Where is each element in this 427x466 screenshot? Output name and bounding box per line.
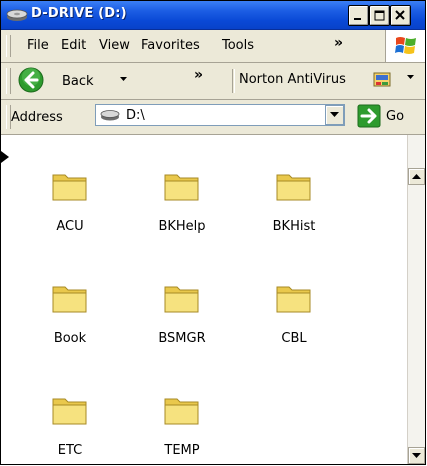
norton-antivirus-button[interactable]: Norton AntiVirus [239, 72, 346, 87]
menu-bar: File Edit View Favorites Tools » [1, 30, 425, 63]
folder-label: Book [53, 331, 87, 346]
folder-label: ETC [57, 443, 83, 458]
arrow-up-icon [412, 174, 421, 179]
address-bar: Address D:\ Go [1, 100, 425, 135]
vertical-scrollbar[interactable] [407, 135, 425, 464]
window-title: D-DRIVE (D:) [31, 6, 127, 21]
back-label: Back [62, 74, 94, 89]
go-button[interactable]: Go [357, 104, 417, 128]
folder-icon [52, 398, 87, 425]
back-dropdown-icon[interactable] [120, 77, 127, 81]
menu-view[interactable]: View [99, 38, 130, 53]
toolbar-grip[interactable] [6, 68, 11, 94]
folder-item[interactable]: ETC [25, 359, 115, 458]
chevron-down-icon [330, 112, 339, 117]
hard-drive-icon [6, 9, 28, 21]
folder-item[interactable]: BKHelp [137, 135, 227, 234]
folder-label: BKHist [272, 219, 316, 234]
menu-bar-grip[interactable] [6, 35, 11, 57]
address-input[interactable]: D:\ [95, 104, 345, 126]
close-button[interactable] [390, 5, 411, 26]
menu-edit[interactable]: Edit [61, 38, 86, 53]
folder-label: BKHelp [158, 219, 206, 234]
folder-icon [164, 174, 199, 201]
back-arrow-icon [18, 67, 44, 93]
folder-item[interactable]: ACU [25, 135, 115, 234]
folder-icon [276, 286, 311, 313]
folder-item[interactable]: BSMGR [137, 247, 227, 346]
address-label: Address [11, 110, 63, 125]
folder-icon [164, 398, 199, 425]
arrow-down-icon [412, 453, 421, 458]
menu-tools[interactable]: Tools [222, 38, 254, 53]
folder-label: BSMGR [158, 331, 206, 346]
standard-toolbar: Back » Norton AntiVirus [1, 63, 425, 100]
close-icon [395, 10, 405, 20]
folder-label: TEMP [164, 443, 200, 458]
norton-dropdown-icon[interactable] [407, 75, 414, 79]
hard-drive-icon [100, 110, 120, 121]
menu-favorites[interactable]: Favorites [141, 38, 200, 53]
address-value[interactable]: D:\ [126, 108, 145, 123]
folder-item[interactable]: BKHist [249, 135, 339, 234]
scroll-track[interactable] [408, 185, 425, 447]
minimize-icon [354, 18, 361, 20]
scroll-up-button[interactable] [408, 168, 425, 185]
toolbar-separator [232, 69, 235, 93]
maximize-button[interactable] [369, 5, 390, 26]
menu-file[interactable]: File [27, 38, 49, 53]
go-arrow-icon [357, 104, 381, 128]
address-dropdown-button[interactable] [325, 105, 344, 125]
scroll-down-button[interactable] [408, 447, 425, 464]
folder-icon [52, 286, 87, 313]
maximize-icon [374, 10, 385, 21]
go-label: Go [386, 109, 405, 124]
folder-icon [164, 286, 199, 313]
menu-overflow-chevron[interactable]: » [334, 35, 343, 51]
folder-view: ACU BKHelp BKHist Book BSMGR CBL ETC TEM… [1, 135, 425, 464]
folder-icon [52, 174, 87, 201]
back-button[interactable]: Back [16, 65, 128, 95]
norton-antivirus-icon[interactable] [373, 72, 393, 90]
minimize-button[interactable] [348, 5, 369, 26]
explorer-window: D-DRIVE (D:) File Edit View Favorites To… [0, 0, 426, 465]
folder-item[interactable]: TEMP [137, 359, 227, 458]
folder-icon [276, 174, 311, 201]
folder-label: ACU [56, 219, 84, 234]
toolbar-overflow-chevron[interactable]: » [194, 67, 203, 83]
title-bar[interactable]: D-DRIVE (D:) [1, 1, 425, 30]
folder-label: CBL [281, 331, 307, 346]
windows-logo-icon [395, 37, 416, 54]
folder-item[interactable]: Book [25, 247, 115, 346]
folder-item[interactable]: CBL [249, 247, 339, 346]
windows-logo-box [385, 30, 425, 62]
resize-arrow-icon [1, 151, 9, 163]
